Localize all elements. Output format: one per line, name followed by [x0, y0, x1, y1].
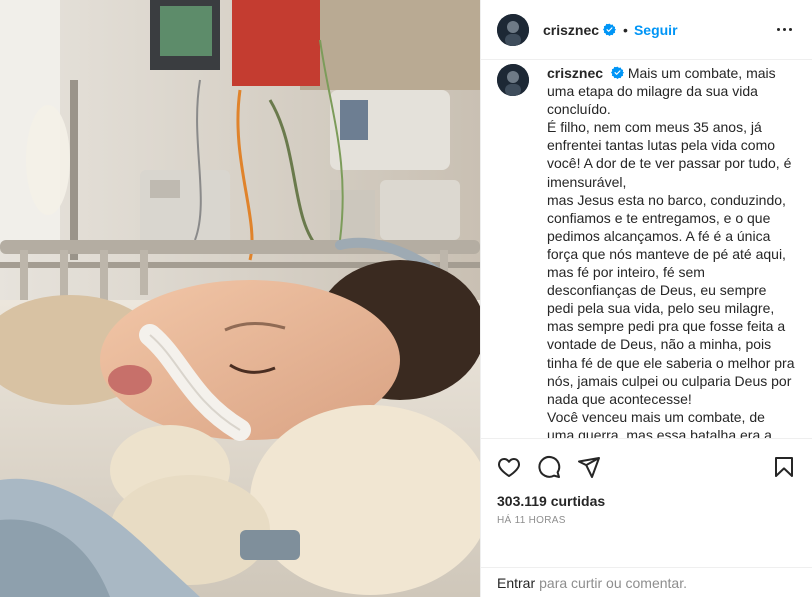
separator-dot: •	[623, 21, 628, 38]
caption-text: crisznec Mais um combate, mais uma etapa…	[547, 64, 796, 438]
more-options-icon[interactable]	[773, 24, 796, 35]
hospital-photo	[0, 0, 480, 597]
share-icon[interactable]	[577, 455, 601, 479]
likes-count[interactable]: 303.119 curtidas	[497, 493, 796, 509]
comment-icon[interactable]	[537, 455, 561, 479]
caption-avatar[interactable]	[497, 64, 529, 96]
caption-paragraph-2: É filho, nem com meus 35 anos, já enfren…	[547, 119, 792, 190]
bookmark-icon[interactable]	[772, 455, 796, 479]
follow-button[interactable]: Seguir	[634, 22, 678, 38]
verified-badge-icon	[603, 23, 617, 36]
heart-icon[interactable]	[497, 455, 521, 479]
caption-paragraph-3: mas Jesus esta no barco, conduzindo, con…	[547, 191, 795, 407]
action-icons	[497, 439, 796, 491]
login-link[interactable]: Entrar	[497, 575, 535, 591]
caption-username[interactable]: crisznec	[547, 65, 603, 81]
post-image[interactable]	[0, 0, 480, 597]
caption-paragraph-4: Você venceu mais um combate, de uma guer…	[547, 408, 772, 438]
caption-area: crisznec Mais um combate, mais uma etapa…	[481, 60, 812, 438]
comment-prompt: para curtir ou comentar.	[539, 574, 687, 591]
username-link[interactable]: crisznec	[543, 22, 599, 38]
post-timestamp[interactable]: HÁ 11 HORAS	[497, 515, 796, 526]
instagram-post: crisznec • Seguir crisznec Mais um comba…	[0, 0, 812, 597]
avatar[interactable]	[497, 13, 529, 46]
actions-section: 303.119 curtidas HÁ 11 HORAS	[481, 438, 812, 567]
post-header: crisznec • Seguir	[481, 0, 812, 60]
caption-row: crisznec Mais um combate, mais uma etapa…	[497, 60, 796, 438]
verified-badge-icon	[610, 66, 624, 79]
post-panel: crisznec • Seguir crisznec Mais um comba…	[480, 0, 812, 597]
comment-bar: Entrar para curtir ou comentar.	[481, 567, 812, 597]
